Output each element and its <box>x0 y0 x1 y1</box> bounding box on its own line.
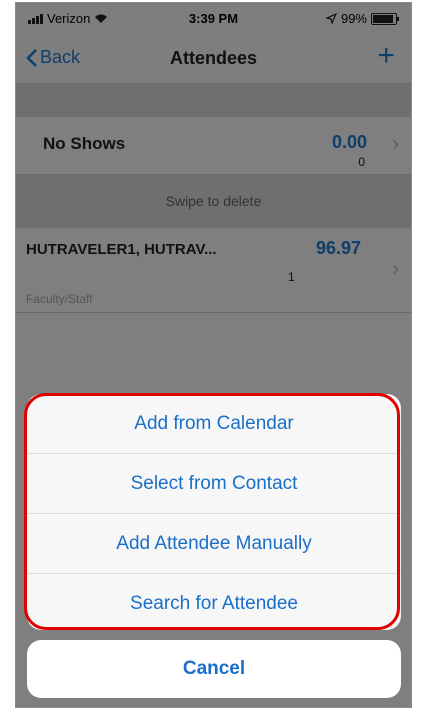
battery-percent: 99% <box>340 11 367 26</box>
battery-icon <box>371 12 399 25</box>
chevron-right-icon: › <box>392 258 399 280</box>
battery-indicator: 99% <box>325 11 399 26</box>
add-attendee-manually-button[interactable]: Add Attendee Manually <box>27 514 401 574</box>
action-sheet: Add from Calendar Select from Contact Ad… <box>27 394 401 630</box>
chevron-right-icon: › <box>392 133 399 155</box>
cancel-button[interactable]: Cancel <box>27 640 401 698</box>
no-shows-row[interactable]: No Shows 0.00 0 › <box>16 117 411 175</box>
add-icon[interactable]: + <box>377 41 395 71</box>
add-from-calendar-button[interactable]: Add from Calendar <box>27 394 401 454</box>
page-title: Attendees <box>169 48 258 68</box>
attendee-name: HUTRAVELER1, HUTRAV... <box>26 241 217 258</box>
navigation-bar: Back Attendees + <box>16 37 411 84</box>
no-shows-amount: 0.00 <box>331 132 367 152</box>
attendee-row[interactable]: HUTRAVELER1, HUTRAV... 96.97 1 Faculty/S… <box>16 228 411 313</box>
location-arrow-icon <box>325 13 337 24</box>
search-for-attendee-button[interactable]: Search for Attendee <box>27 574 401 630</box>
select-from-contact-button[interactable]: Select from Contact <box>27 454 401 514</box>
phone-screen: Verizon 3:39 PM 99% Back Attendees + No … <box>15 2 412 708</box>
no-shows-count: 0 <box>358 155 365 169</box>
swipe-hint: Swipe to delete <box>16 175 411 228</box>
section-header <box>16 84 411 117</box>
attendee-amount: 96.97 <box>315 238 361 258</box>
attendee-count: 1 <box>288 270 295 284</box>
status-bar: Verizon 3:39 PM 99% <box>16 3 411 37</box>
attendee-type: Faculty/Staff <box>26 292 93 306</box>
no-shows-label: No Shows <box>43 134 126 153</box>
